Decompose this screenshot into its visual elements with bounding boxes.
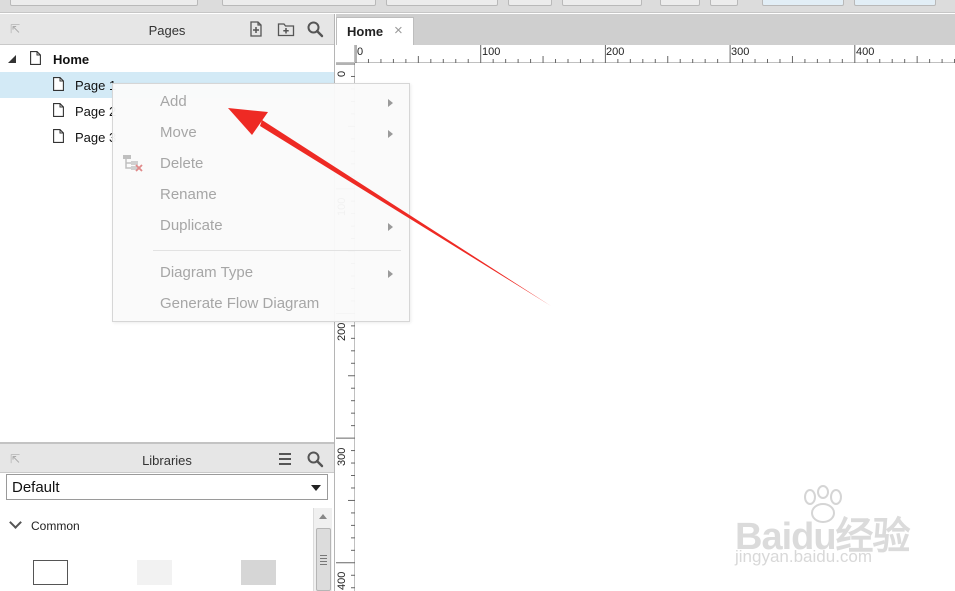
baidu-watermark: Baidu经验 jingyan.baidu.com [730, 485, 940, 575]
scroll-up-icon[interactable] [319, 514, 327, 519]
chevron-down-icon [9, 516, 22, 529]
menu-item-duplicate[interactable]: Duplicate [113, 213, 409, 241]
ruler-label: 200 [336, 322, 348, 341]
add-folder-icon[interactable] [277, 20, 295, 38]
toolbar-dropdown[interactable] [10, 0, 198, 6]
submenu-arrow-icon [388, 99, 393, 107]
ruler-label: 400 [336, 571, 348, 590]
toolbar-button-group[interactable] [854, 0, 936, 6]
toolbar-button[interactable] [660, 0, 700, 6]
menu-item-add[interactable]: Add [113, 89, 409, 117]
tab-home[interactable]: Home × [336, 17, 414, 45]
tab-label: Home [347, 24, 384, 39]
main-toolbar [0, 0, 955, 13]
library-group-label: Common [31, 519, 80, 533]
placeholder-widget[interactable] [137, 560, 172, 585]
ruler-label: 0 [336, 70, 348, 77]
menu-item-label: Delete [160, 155, 204, 172]
horizontal-ruler: 0 100 200 300 400 [355, 45, 955, 63]
menu-item-label: Move [160, 124, 197, 141]
ruler-label: 100 [482, 46, 501, 58]
ruler-corner [336, 45, 355, 63]
menu-item-generate-flow-diagram[interactable]: Generate Flow Diagram [113, 291, 409, 319]
libraries-panel-header: ⇱ Libraries [0, 442, 334, 473]
search-icon[interactable] [306, 20, 324, 38]
menu-item-label: Diagram Type [160, 264, 254, 281]
watermark-url: jingyan.baidu.com [735, 547, 873, 566]
menu-item-label: Generate Flow Diagram [160, 295, 320, 312]
page-icon [53, 77, 64, 91]
library-select-value: Default [12, 479, 60, 496]
menu-item-delete[interactable]: Delete [113, 151, 409, 179]
menu-icon[interactable] [276, 450, 294, 468]
tree-item-label: Page 3 [75, 130, 117, 145]
expand-triangle-icon[interactable] [7, 54, 17, 64]
menu-item-move[interactable]: Move [113, 120, 409, 148]
search-icon[interactable] [306, 450, 324, 468]
library-widgets-area: Common [0, 508, 334, 591]
ruler-label: 200 [606, 46, 625, 58]
page-icon [53, 103, 64, 117]
submenu-arrow-icon [388, 223, 393, 231]
tree-item-home[interactable]: Home [0, 46, 334, 72]
page-context-menu: Add Move Delete Rename Duplicate Diagram… [112, 83, 410, 322]
toolbar-button-group[interactable] [562, 0, 642, 6]
submenu-arrow-icon [388, 270, 393, 278]
tree-item-label: Home [53, 52, 90, 67]
tree-item-label: Page 1 [75, 78, 117, 93]
toolbar-dropdown[interactable] [386, 0, 498, 6]
page-icon [30, 51, 41, 65]
menu-item-label: Rename [160, 186, 217, 203]
tree-item-label: Page 2 [75, 104, 117, 119]
chevron-down-icon [311, 485, 321, 491]
app-window: ⇱ Pages Home Page 1 Page 2 Page 3 ⇱ Libr… [0, 0, 955, 591]
ruler-label: 0 [357, 46, 364, 58]
box-widget[interactable] [33, 560, 68, 585]
library-scrollbar[interactable] [313, 508, 332, 591]
menu-item-diagram-type[interactable]: Diagram Type [113, 260, 409, 288]
toolbar-button[interactable] [710, 0, 738, 6]
image-widget[interactable] [241, 560, 276, 585]
menu-item-rename[interactable]: Rename [113, 182, 409, 210]
ruler-label: 300 [336, 447, 348, 466]
toolbar-button-group[interactable] [762, 0, 844, 6]
pages-panel-header: ⇱ Pages [0, 14, 334, 45]
ruler-label: 400 [856, 46, 875, 58]
menu-item-label: Duplicate [160, 217, 223, 234]
page-icon [53, 129, 64, 143]
ruler-label: 300 [731, 46, 750, 58]
add-page-icon[interactable] [247, 20, 265, 38]
canvas-tab-bar: Home × [336, 14, 955, 45]
submenu-arrow-icon [388, 130, 393, 138]
scrollbar-thumb[interactable] [316, 528, 331, 591]
close-icon[interactable]: × [394, 22, 403, 39]
menu-item-label: Add [160, 93, 187, 110]
library-select[interactable]: Default [6, 474, 328, 500]
toolbar-dropdown[interactable] [222, 0, 376, 6]
toolbar-button[interactable] [508, 0, 552, 6]
menu-separator [153, 250, 401, 251]
library-group-common[interactable]: Common [0, 516, 310, 536]
